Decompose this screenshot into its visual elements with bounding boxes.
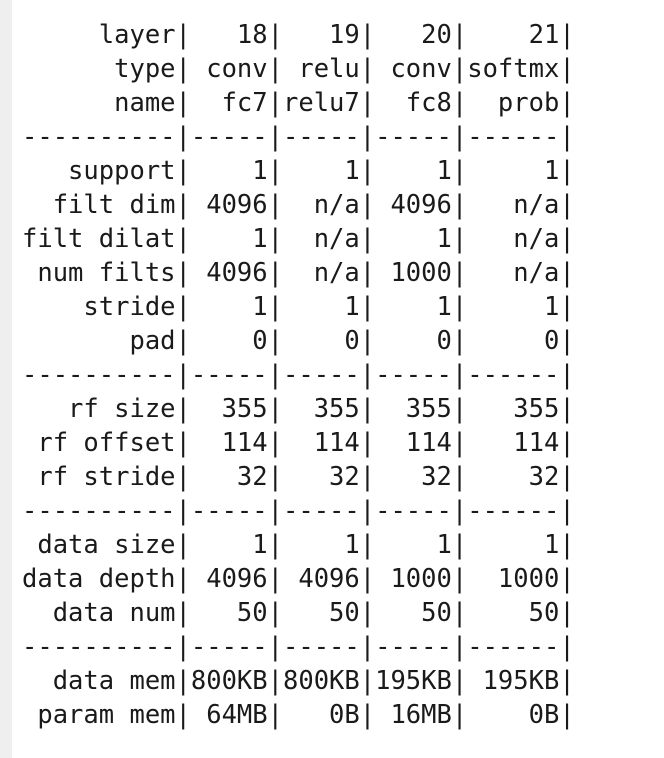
header-row-type: type| conv| relu| conv|softmx| [22, 54, 575, 84]
table-row-param-mem: param mem| 64MB| 0B| 16MB| 0B| [22, 700, 575, 730]
layer-summary-table: layer| 18| 19| 20| 21| type| conv| relu|… [22, 18, 575, 732]
left-gutter [0, 0, 12, 758]
separator-line: ----------|-----|-----|-----|------| [22, 632, 575, 662]
table-row-rf-size: rf size| 355| 355| 355| 355| [22, 394, 575, 424]
separator-line: ----------|-----|-----|-----|------| [22, 360, 575, 390]
table-row-data-num: data num| 50| 50| 50| 50| [22, 598, 575, 628]
table-row-num-filts: num filts| 4096| n/a| 1000| n/a| [22, 258, 575, 288]
table-row-filt-dilat: filt dilat| 1| n/a| 1| n/a| [22, 224, 575, 254]
table-row-data-size: data size| 1| 1| 1| 1| [22, 530, 575, 560]
table-row-data-mem: data mem|800KB|800KB|195KB| 195KB| [22, 666, 575, 696]
table-row-rf-stride: rf stride| 32| 32| 32| 32| [22, 462, 575, 492]
table-row-data-depth: data depth| 4096| 4096| 1000| 1000| [22, 564, 575, 594]
table-row-support: support| 1| 1| 1| 1| [22, 156, 575, 186]
table-row-rf-offset: rf offset| 114| 114| 114| 114| [22, 428, 575, 458]
table-row-stride: stride| 1| 1| 1| 1| [22, 292, 575, 322]
table-row-filt-dim: filt dim| 4096| n/a| 4096| n/a| [22, 190, 575, 220]
table-row-pad: pad| 0| 0| 0| 0| [22, 326, 575, 356]
header-row-name: name| fc7|relu7| fc8| prob| [22, 88, 575, 118]
header-row-layer: layer| 18| 19| 20| 21| [22, 20, 575, 50]
separator-line: ----------|-----|-----|-----|------| [22, 122, 575, 152]
separator-line: ----------|-----|-----|-----|------| [22, 496, 575, 526]
